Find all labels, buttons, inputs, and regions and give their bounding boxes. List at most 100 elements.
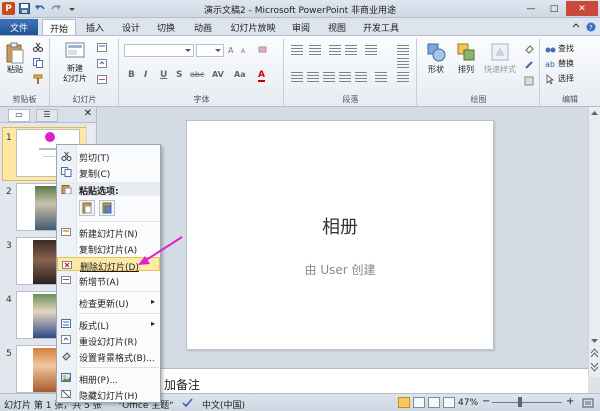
tab-animations[interactable]: 动画 [188,19,218,36]
bullets-icon[interactable] [291,45,303,55]
menu-item-new-slide[interactable]: 新建幻灯片(N) [57,225,160,240]
cut-button[interactable] [33,42,43,52]
shrink-font-button[interactable]: A [240,45,250,54]
smartart-icon[interactable] [397,72,409,82]
justify-icon[interactable] [339,72,351,82]
bold-button[interactable]: B [128,70,135,80]
main-scrollbar[interactable] [588,107,600,377]
tab-home[interactable]: 开始 [42,19,76,36]
language-indicator[interactable]: 中文(中国) [202,398,245,411]
increase-indent-icon[interactable] [345,45,357,55]
panel-tabs: ▭ ☰ ✕ [0,107,96,123]
clipboard-group-label: 剪贴板 [12,95,37,104]
paste-button[interactable]: 粘贴 [2,42,28,75]
slide-sorter-view-button[interactable] [413,397,425,408]
format-painter-button[interactable] [33,74,43,84]
underline-button[interactable]: U [160,70,167,80]
tab-outline-view[interactable]: ☰ [36,109,58,122]
tab-transitions[interactable]: 切换 [151,19,181,36]
reading-view-button[interactable] [428,397,440,408]
minimize-button[interactable]: — [520,1,542,16]
decrease-indent-icon[interactable] [329,45,341,55]
paste-picture-button[interactable] [99,200,115,216]
zoom-level[interactable]: 47% [458,398,478,408]
tab-review[interactable]: 审阅 [287,19,315,36]
tab-design[interactable]: 设计 [116,19,146,36]
zoom-out-button[interactable]: − [482,396,490,407]
menu-item-reset-slide[interactable]: 重设幻灯片(R) [57,333,160,348]
close-button[interactable]: ✕ [566,1,598,16]
zoom-in-button[interactable]: + [566,396,574,407]
paste-keep-formatting-button[interactable] [79,200,95,216]
notes-pane[interactable]: 加备注 [98,368,588,393]
slideshow-view-button[interactable] [443,397,455,408]
shadow-text-button[interactable]: S [176,70,182,80]
shape-outline-button[interactable] [524,60,535,70]
align-left-icon[interactable] [291,72,303,82]
menu-item-new-section[interactable]: 新增节(A) [57,273,160,288]
shape-effects-button[interactable] [524,76,535,86]
distributed-icon[interactable] [355,72,367,82]
columns-icon[interactable] [375,72,387,82]
menu-item-copy[interactable]: 复制(C) [57,165,160,180]
menu-item-photo-album[interactable]: 相册(P)... [57,371,160,386]
arrange-button[interactable]: 排列 [452,42,480,75]
menu-item-delete-slide[interactable]: 删除幻灯片(D) [57,257,160,273]
tab-insert[interactable]: 插入 [80,19,110,36]
help-icon[interactable]: ? [586,22,596,35]
change-case-button[interactable]: Aa [234,70,246,79]
numbering-icon[interactable] [309,45,321,55]
line-spacing-icon[interactable] [365,45,377,55]
slide-title[interactable]: 相册 [187,213,493,239]
maximize-button[interactable]: □ [543,1,565,16]
tab-developer[interactable]: 开发工具 [358,19,404,36]
select-button[interactable]: 选择 [545,73,574,84]
section-button[interactable] [97,75,107,84]
layout-button[interactable] [97,43,107,52]
new-slide-button[interactable]: 新建 幻灯片 [57,42,93,84]
text-direction-icon[interactable] [397,45,409,55]
clear-format-button[interactable] [258,45,268,54]
shape-fill-button[interactable] [524,44,535,54]
menu-item-hide-slide[interactable]: 隐藏幻灯片(H) [57,387,160,402]
align-text-icon[interactable] [397,58,409,68]
menu-label: 复制幻灯片(A) [79,246,138,256]
grow-font-button[interactable]: A [228,45,238,54]
menu-paste-options-header: 粘贴选项: [57,182,160,197]
slide-subtitle[interactable]: 由 User 创建 [187,261,493,278]
copy-button[interactable] [33,58,43,68]
find-button[interactable]: 查找 [545,43,574,54]
zoom-slider[interactable] [492,402,562,403]
font-color-button[interactable]: A [258,70,265,82]
strikethrough-button[interactable]: abc [190,70,204,79]
menu-item-duplicate-slide[interactable]: 复制幻灯片(A) [57,241,160,256]
menu-item-cut[interactable]: 剪切(T) [57,149,160,164]
replace-button[interactable]: ab 替换 [545,58,574,69]
align-right-icon[interactable] [323,72,335,82]
font-size-dropdown[interactable] [196,44,224,57]
spellcheck-icon[interactable] [182,398,194,411]
char-spacing-button[interactable]: AV [212,70,224,79]
font-name-dropdown[interactable] [124,44,194,57]
italic-button[interactable]: I [144,70,147,80]
minimize-ribbon-icon[interactable] [572,22,580,35]
shapes-label: 形状 [428,65,444,74]
menu-item-format-background[interactable]: 设置背景格式(B)... [57,349,160,364]
menu-item-check-updates[interactable]: 检查更新(U) ▸ [57,295,160,310]
menu-item-layout[interactable]: 版式(L) ▸ [57,317,160,332]
reset-button[interactable] [97,59,107,68]
tab-file[interactable]: 文件 [0,19,38,36]
tab-view[interactable]: 视图 [323,19,351,36]
shapes-button[interactable]: 形状 [422,42,450,75]
fit-to-window-icon[interactable] [582,398,594,411]
normal-view-button[interactable] [398,397,410,408]
tab-slideshow[interactable]: 幻灯片放映 [224,19,282,36]
panel-close-icon[interactable]: ✕ [84,108,92,119]
align-center-icon[interactable] [307,72,319,82]
slides-group: 新建 幻灯片 幻灯片 [51,38,119,106]
slide-context-menu: 剪切(T) 复制(C) 粘贴选项: 新建幻灯片(N) 复制幻灯片(A) 删除幻灯… [56,144,161,403]
current-slide[interactable]: 相册 由 User 创建 [186,120,494,350]
zoom-slider-thumb[interactable] [518,397,522,407]
quick-styles-button[interactable]: 快速样式 [480,42,520,75]
tab-slides-view[interactable]: ▭ [8,109,30,122]
